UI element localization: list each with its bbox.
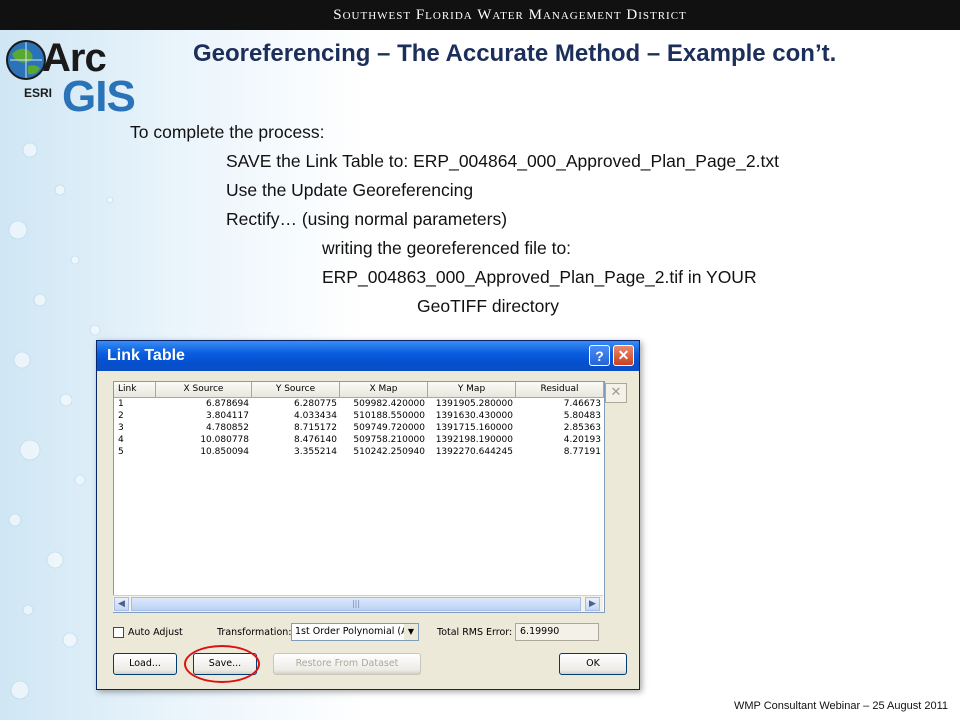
auto-adjust-checkbox[interactable] xyxy=(113,627,124,638)
table-cell: 3.804117 xyxy=(206,411,249,421)
table-row[interactable]: 2 3.804117 4.033434 510188.550000 139163… xyxy=(114,410,604,422)
table-cell: 1 xyxy=(118,399,124,409)
restore-from-dataset-button[interactable]: Restore From Dataset xyxy=(273,653,421,675)
scroll-right-icon[interactable]: ▶ xyxy=(585,597,600,611)
table-cell: 509749.720000 xyxy=(353,423,425,433)
table-row[interactable]: 1 6.878694 6.280775 509982.420000 139190… xyxy=(114,398,604,410)
chevron-down-icon[interactable]: ▼ xyxy=(404,624,418,640)
rms-error-label: Total RMS Error: xyxy=(437,627,513,638)
table-cell: 4.780852 xyxy=(206,423,249,433)
table-cell: 10.080778 xyxy=(200,435,249,445)
help-button[interactable]: ? xyxy=(589,345,610,366)
table-cell: 1392270.644245 xyxy=(435,447,513,457)
rms-error-value: 6.19990 xyxy=(515,623,599,641)
horizontal-scrollbar[interactable]: ◀ ||| ▶ xyxy=(113,595,603,612)
table-cell: 4.20193 xyxy=(563,435,601,445)
org-name: Southwest Florida Water Management Distr… xyxy=(333,6,687,23)
body-line: To complete the process: xyxy=(130,122,325,142)
link-table-dialog: Link Table ? ✕ Link X Source Y Source X … xyxy=(96,340,640,690)
body-line: Use the Update Georeferencing xyxy=(226,180,474,200)
table-cell: 4.033434 xyxy=(294,411,337,421)
table-row[interactable]: 4 10.080778 8.476140 509758.210000 13921… xyxy=(114,434,604,446)
table-cell: 2 xyxy=(118,411,124,421)
scroll-left-icon[interactable]: ◀ xyxy=(114,597,129,611)
table-cell: 1392198.190000 xyxy=(435,435,513,445)
logo-gis: GIS xyxy=(62,72,136,121)
header-bar: Southwest Florida Water Management Distr… xyxy=(0,0,960,30)
table-cell: 8.715172 xyxy=(294,423,337,433)
table-cell: 509758.210000 xyxy=(353,435,425,445)
load-button[interactable]: Load... xyxy=(113,653,177,675)
column-header[interactable]: Link xyxy=(114,382,156,398)
table-cell: 8.476140 xyxy=(294,435,337,445)
table-cell: 2.85363 xyxy=(563,423,601,433)
table-header: Link X Source Y Source X Map Y Map Resid… xyxy=(114,382,604,398)
table-cell: 4 xyxy=(118,435,124,445)
table-cell: 1391715.160000 xyxy=(435,423,513,433)
table-cell: 3 xyxy=(118,423,124,433)
column-header[interactable]: Residual xyxy=(516,382,604,398)
delete-link-button[interactable]: ✕ xyxy=(605,383,627,403)
transformation-label: Transformation: xyxy=(217,627,292,638)
table-cell: 510188.550000 xyxy=(353,411,425,421)
table-row[interactable]: 5 10.850094 3.355214 510242.250940 13922… xyxy=(114,446,604,458)
column-header[interactable]: X Map xyxy=(340,382,428,398)
table-cell: 6.878694 xyxy=(206,399,249,409)
table-cell: 5.80483 xyxy=(563,411,601,421)
close-button[interactable]: ✕ xyxy=(613,345,634,366)
dialog-title-bar[interactable]: Link Table ? ✕ xyxy=(97,341,639,371)
arcgis-logo: Arc ESRI GIS xyxy=(4,34,152,121)
table-cell: 5 xyxy=(118,447,124,457)
table-cell: 1391630.430000 xyxy=(435,411,513,421)
column-header[interactable]: X Source xyxy=(156,382,252,398)
table-cell: 10.850094 xyxy=(200,447,249,457)
slide-title: Georeferencing – The Accurate Method – E… xyxy=(193,40,837,67)
save-highlight-circle xyxy=(184,645,260,683)
table-cell: 1391905.280000 xyxy=(435,399,513,409)
scroll-thumb[interactable]: ||| xyxy=(131,597,581,611)
table-cell: 6.280775 xyxy=(294,399,337,409)
transformation-select[interactable]: 1st Order Polynomial (A ▼ xyxy=(291,623,419,641)
body-line: Rectify… (using normal parameters) xyxy=(226,209,508,229)
table-row[interactable]: 3 4.780852 8.715172 509749.720000 139171… xyxy=(114,422,604,434)
body-line: GeoTIFF directory xyxy=(417,296,559,316)
ok-button[interactable]: OK xyxy=(559,653,627,675)
auto-adjust-label: Auto Adjust xyxy=(128,627,183,638)
column-header[interactable]: Y Source xyxy=(252,382,340,398)
dialog-title: Link Table xyxy=(107,347,185,364)
body-line: ERP_004863_000_Approved_Plan_Page_2.tif … xyxy=(322,267,757,287)
footer-text: WMP Consultant Webinar – 25 August 2011 xyxy=(733,700,948,712)
table-cell: 8.77191 xyxy=(563,447,601,457)
table-cell: 510242.250940 xyxy=(353,447,425,457)
transformation-value: 1st Order Polynomial (A xyxy=(295,626,408,637)
body-line: SAVE the Link Table to: ERP_004864_000_A… xyxy=(226,151,779,171)
table-cell: 3.355214 xyxy=(294,447,337,457)
logo-esri: ESRI xyxy=(24,86,53,100)
table-cell: 509982.420000 xyxy=(353,399,425,409)
link-table-grid[interactable]: Link X Source Y Source X Map Y Map Resid… xyxy=(113,381,605,613)
table-cell: 7.46673 xyxy=(563,399,601,409)
body-line: writing the georeferenced file to: xyxy=(322,238,572,258)
column-header[interactable]: Y Map xyxy=(428,382,516,398)
